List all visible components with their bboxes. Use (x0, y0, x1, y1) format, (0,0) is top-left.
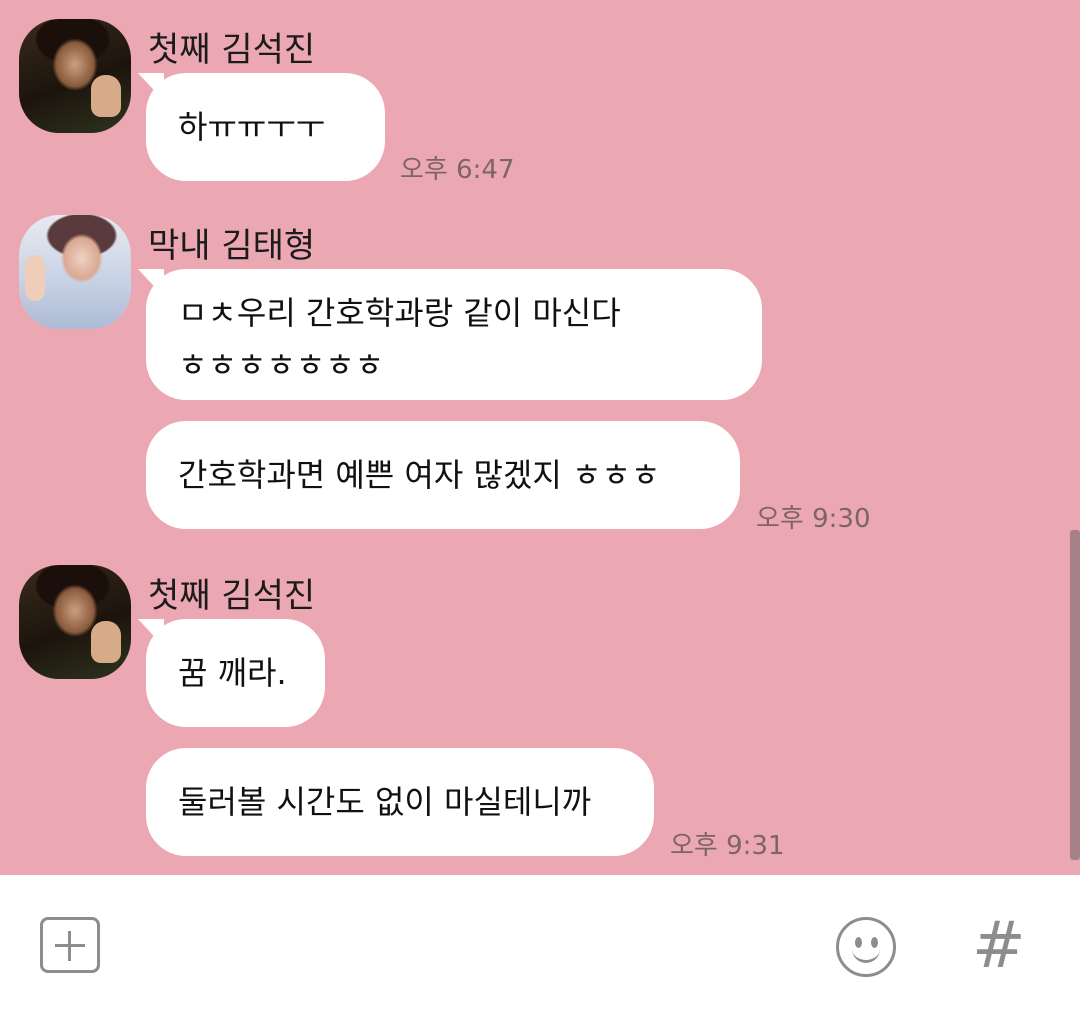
peace-sign-hand (25, 255, 45, 301)
message-bubble[interactable]: 간호학과면 예쁜 여자 많겠지 ㅎㅎㅎ (146, 421, 740, 529)
hashtag-button[interactable]: # (972, 914, 1026, 978)
message-timestamp: 오후 9:31 (670, 831, 785, 861)
message-bubble[interactable]: 꿈 깨라. (138, 619, 325, 727)
message-timestamp: 오후 6:47 (400, 155, 515, 185)
message-text: 하ㅠㅠㅜㅜ (178, 108, 326, 146)
profile-avatar-v[interactable] (19, 215, 131, 329)
message-text-line: ㅎㅎㅎㅎㅎㅎㅎ (178, 346, 385, 384)
scrollbar[interactable] (1070, 530, 1080, 860)
smiley-icon[interactable] (836, 917, 896, 977)
profile-avatar-jin[interactable] (19, 565, 131, 679)
message-timestamp: 오후 9:30 (756, 504, 871, 534)
message-bubble[interactable]: ㅁㅊ우리 간호학과랑 같이 마신다 ㅎㅎㅎㅎㅎㅎㅎ (138, 269, 762, 400)
waving-hand (91, 621, 121, 663)
message-text: 둘러볼 시간도 없이 마실테니까 (178, 783, 592, 821)
message-text-line: ㅁㅊ우리 간호학과랑 같이 마신다 (178, 294, 621, 332)
chat-room-background[interactable]: 첫째 김석진 하ㅠㅠㅜㅜ 오후 6:47 막내 김태형 ㅁㅊ우리 간호학과랑 같… (0, 0, 1080, 875)
profile-avatar-jin[interactable] (19, 19, 131, 133)
sender-name: 막내 김태형 (148, 226, 316, 266)
plus-square-icon[interactable] (40, 917, 100, 973)
message-bubble[interactable]: 하ㅠㅠㅜㅜ (138, 73, 385, 181)
sender-name: 첫째 김석진 (148, 30, 316, 70)
sender-name: 첫째 김석진 (148, 576, 316, 616)
message-bubble[interactable]: 둘러볼 시간도 없이 마실테니까 (146, 748, 654, 856)
message-text: 꿈 깨라. (178, 654, 287, 692)
waving-hand (91, 75, 121, 117)
chat-input-bar (0, 875, 1080, 1019)
message-text: 간호학과면 예쁜 여자 많겠지 ㅎㅎㅎ (178, 456, 661, 494)
